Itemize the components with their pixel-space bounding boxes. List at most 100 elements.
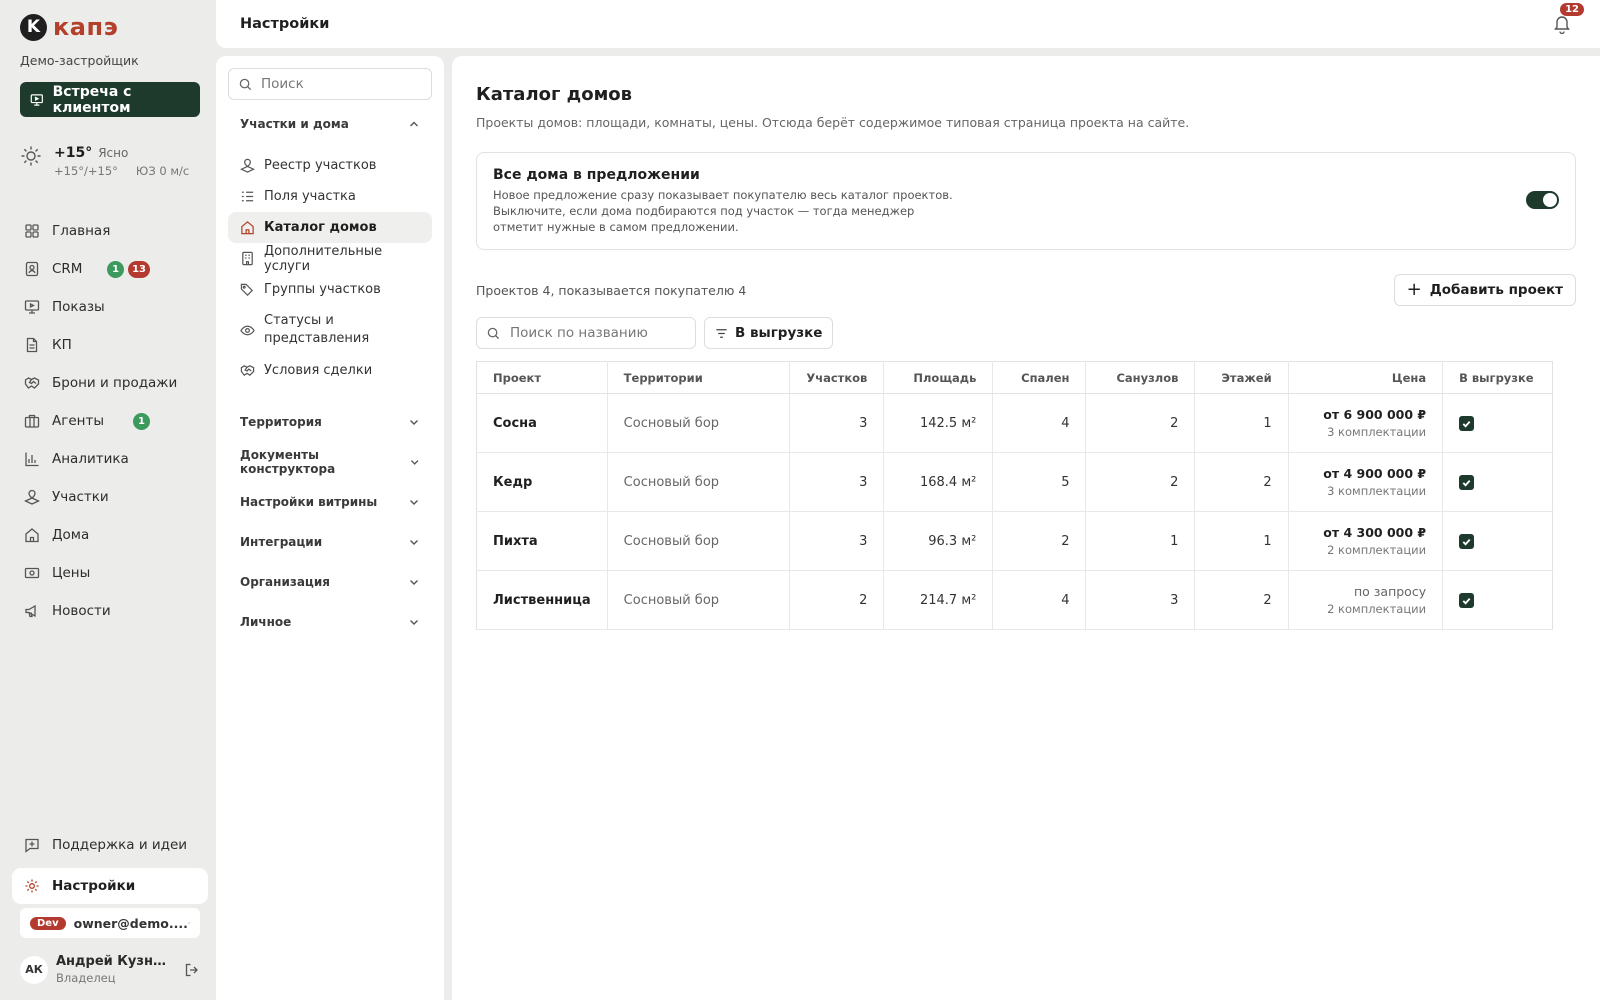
check-icon xyxy=(1462,479,1471,487)
plus-icon: + xyxy=(1406,279,1422,300)
cell-floors: 1 xyxy=(1194,393,1289,453)
nav-item-houses[interactable]: Дома xyxy=(20,516,196,554)
settings-item-deal-terms[interactable]: Условия сделки xyxy=(228,355,432,386)
nav-item-prices[interactable]: Цены xyxy=(20,554,196,592)
settings-item-label: Группы участков xyxy=(264,282,381,297)
settings-item-plot-groups[interactable]: Группы участков xyxy=(228,274,432,305)
table-row[interactable]: Сосна Сосновый бор 3 142.5 м² 4 2 1 от 6… xyxy=(476,393,1553,453)
cell-territory: Сосновый бор xyxy=(606,452,790,512)
list-icon xyxy=(241,191,254,202)
all-houses-title: Все дома в предложении xyxy=(493,167,700,183)
export-checkbox[interactable] xyxy=(1459,592,1475,608)
settings-item-house-catalog[interactable]: Каталог домов xyxy=(228,212,432,243)
cell-plots: 3 xyxy=(789,511,884,571)
table-row[interactable]: Пихта Сосновый бор 3 96.3 м² 2 1 1 от 4 … xyxy=(476,511,1553,571)
nav-item-settings[interactable]: Настройки xyxy=(12,868,208,904)
cell-project[interactable]: Кедр xyxy=(476,452,608,512)
column-header[interactable]: Спален xyxy=(992,361,1086,394)
weather-desc: Ясно xyxy=(98,146,129,160)
table-row[interactable]: Лиственница Сосновый бор 2 214.7 м² 4 3 … xyxy=(476,570,1553,630)
cell-bathrooms: 1 xyxy=(1085,511,1195,571)
cell-project[interactable]: Лиственница xyxy=(476,570,608,630)
nav-item-crm[interactable]: CRM 1 13 xyxy=(20,250,196,288)
nav-item-news[interactable]: Новости xyxy=(20,592,196,630)
bell-icon[interactable] xyxy=(1552,14,1572,34)
section-plots-houses[interactable]: Участки и дома xyxy=(228,104,432,144)
column-header[interactable]: Участков xyxy=(789,361,884,394)
logo[interactable]: K капэ xyxy=(20,12,196,42)
cell-area: 168.4 м² xyxy=(883,452,993,512)
section-organization[interactable]: Организация xyxy=(228,562,432,602)
settings-item-plot-fields[interactable]: Поля участка xyxy=(228,181,432,212)
account-email: owner@demo.... xyxy=(73,915,188,931)
check-icon xyxy=(1462,420,1471,428)
nav-item-plots[interactable]: Участки xyxy=(20,478,196,516)
nav-label: Поддержка и идеи xyxy=(52,837,188,853)
cell-price: от 6 900 000 ₽ 3 комплектации xyxy=(1287,393,1443,453)
avatar[interactable]: АК xyxy=(20,955,48,984)
settings-item-extra-services[interactable]: Дополнительные услуги xyxy=(228,243,432,274)
add-project-button[interactable]: + Добавить проект xyxy=(1393,274,1576,306)
export-checkbox[interactable] xyxy=(1459,474,1475,490)
add-project-label: Добавить проект xyxy=(1429,282,1563,298)
column-header[interactable]: Цена xyxy=(1287,361,1443,394)
cell-project[interactable]: Пихта xyxy=(476,511,608,571)
cell-plots: 3 xyxy=(789,393,884,453)
nav-label: Дома xyxy=(52,527,90,543)
nav-item-showings[interactable]: Показы xyxy=(20,288,196,326)
cell-area: 142.5 м² xyxy=(883,393,993,453)
nav-item-agents[interactable]: Агенты 1 xyxy=(20,402,196,440)
export-checkbox[interactable] xyxy=(1459,415,1475,431)
cell-bedrooms: 4 xyxy=(992,393,1086,453)
nav-label: Цены xyxy=(52,565,91,581)
crm-badge-new: 1 xyxy=(107,260,125,278)
logo-text: капэ xyxy=(53,13,119,41)
nav-item-bookings[interactable]: Брони и продажи xyxy=(20,364,196,402)
section-title: Организация xyxy=(240,575,330,589)
project-search-input[interactable]: Поиск по названию xyxy=(476,317,696,349)
cell-territory: Сосновый бор xyxy=(606,393,790,453)
settings-item-plot-registry[interactable]: Реестр участков xyxy=(228,150,432,181)
nav-item-analytics[interactable]: Аналитика xyxy=(20,440,196,478)
cell-exported xyxy=(1442,570,1553,630)
section-constructor-docs[interactable]: Документы конструктора xyxy=(228,442,432,482)
eye-icon xyxy=(240,325,255,335)
main-content: Каталог домов Проекты домов: площади, ко… xyxy=(452,56,1600,1000)
all-houses-toggle[interactable] xyxy=(1526,191,1559,209)
client-meeting-button[interactable]: Встреча с клиентом xyxy=(20,82,200,117)
column-header[interactable]: Территории xyxy=(606,361,790,394)
settings-sidebar: Поиск Участки и дома Реестр участков Пол… xyxy=(216,56,444,1000)
chevron-down-icon xyxy=(410,460,419,465)
export-checkbox[interactable] xyxy=(1459,533,1475,549)
cell-bedrooms: 5 xyxy=(992,452,1086,512)
settings-search-input[interactable]: Поиск xyxy=(228,68,432,100)
nav-label: Брони и продажи xyxy=(52,375,178,391)
section-showcase[interactable]: Настройки витрины xyxy=(228,482,432,522)
tags-icon xyxy=(240,283,254,296)
section-personal[interactable]: Личное xyxy=(228,602,432,642)
column-header[interactable]: Этажей xyxy=(1194,361,1289,394)
search-icon xyxy=(487,327,500,339)
cell-project[interactable]: Сосна xyxy=(476,393,608,453)
nav-item-support[interactable]: Поддержка и идеи xyxy=(12,826,208,864)
sun-icon xyxy=(21,146,41,166)
project-search-placeholder: Поиск по названию xyxy=(510,325,648,341)
logout-icon[interactable] xyxy=(184,962,200,978)
column-header[interactable]: Проект xyxy=(476,361,608,394)
column-header[interactable]: Площадь xyxy=(883,361,993,394)
nav-item-offers[interactable]: КП xyxy=(20,326,196,364)
nav-item-home[interactable]: Главная xyxy=(20,212,196,250)
column-header[interactable]: В выгрузке xyxy=(1442,361,1553,394)
account-switcher[interactable]: Dev owner@demo.... xyxy=(20,908,200,938)
page-subtitle: Проекты домов: площади, комнаты, цены. О… xyxy=(476,115,1190,130)
page-title: Каталог домов xyxy=(476,84,633,105)
settings-item-statuses[interactable]: Статусы и представления xyxy=(228,305,432,355)
settings-search-placeholder: Поиск xyxy=(261,76,304,92)
cell-exported xyxy=(1442,452,1553,512)
column-header[interactable]: Санузлов xyxy=(1085,361,1195,394)
table-row[interactable]: Кедр Сосновый бор 3 168.4 м² 5 2 2 от 4 … xyxy=(476,452,1553,512)
cell-plots: 3 xyxy=(789,452,884,512)
export-filter-button[interactable]: В выгрузке xyxy=(704,317,834,349)
section-integrations[interactable]: Интеграции xyxy=(228,522,432,562)
section-territory[interactable]: Территория xyxy=(228,402,432,442)
